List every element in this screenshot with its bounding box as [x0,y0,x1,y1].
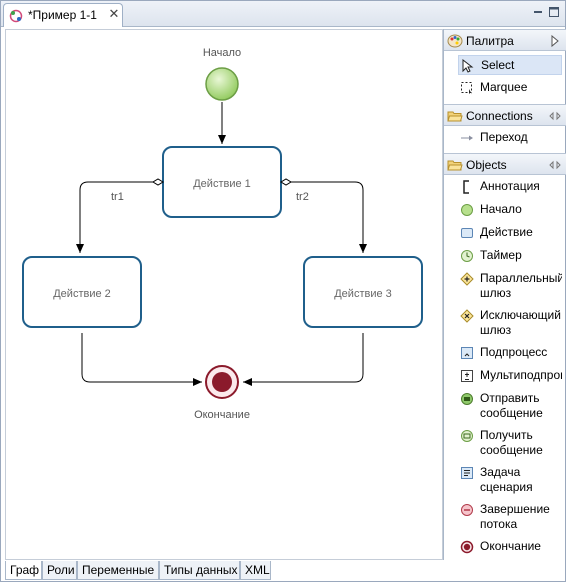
palette-select-label: Select [481,58,515,72]
palette-marquee-label: Marquee [480,80,528,94]
palette-object-start[interactable]: Начало [458,200,562,220]
task-icon [461,228,473,238]
end-event-core [212,372,232,392]
palette-object-subprocess[interactable]: Подпроцесс [458,343,562,363]
palette-transition-label: Переход [480,130,528,144]
transition-source-diamond [280,178,292,186]
action-node-2-label: Действие 2 [53,288,111,300]
palette-object-label: Получить сообщение [480,428,543,457]
transition-action2-end[interactable] [81,333,202,386]
editor-window: *Пример 1-1 ✕ Начало Действие 1 tr1 tr2 … [0,0,566,582]
minimize-icon[interactable] [532,6,544,18]
tab-graph[interactable]: Граф [5,561,42,580]
tab-data-types[interactable]: Типы данных [159,561,240,580]
multi-subprocess-icon [461,370,473,382]
connections-title: Connections [466,109,533,123]
palette-object-label: Аннотация [480,179,540,193]
maximize-icon[interactable] [548,6,560,18]
palette-select-tool[interactable]: Select [458,55,562,75]
palette-panel: Палитра Select Marquee Connections Перех… [443,29,566,560]
transition-arrow-icon [461,135,473,141]
connections-header[interactable]: Connections [444,104,566,126]
exclusive-gateway-icon [460,309,474,323]
action-node-1-label: Действие 1 [193,178,251,190]
start-event[interactable] [205,67,239,101]
folder-open-icon [447,160,463,171]
palette-object-receive-message[interactable]: Получить сообщение [458,426,562,460]
palette-marquee-tool[interactable]: Marquee [458,78,562,98]
start-event-icon [461,204,473,216]
annotation-icon [463,180,469,194]
end-label: Окончание [194,409,250,421]
end-event-icon [460,540,474,554]
palette-object-label: Таймер [480,248,522,262]
palette-object-label: Мультиподпроцесс [480,368,562,382]
palette-object-send-message[interactable]: Отправить сообщение [458,389,562,423]
close-icon[interactable]: ✕ [107,7,121,21]
palette-object-exclusive-gateway[interactable]: Исключающий шлюз [458,306,562,340]
parallel-gateway-icon [460,272,474,286]
palette-object-multi-subprocess[interactable]: Мультиподпроцесс [458,366,562,386]
palette-title: Палитра [466,34,514,48]
tab-roles[interactable]: Роли [42,561,77,580]
subprocess-icon [461,347,473,359]
collapse-icon[interactable] [549,109,561,123]
palette-object-end-token[interactable]: Завершение потока [458,500,562,534]
diagram-canvas[interactable]: Начало Действие 1 tr1 tr2 Действие 2 Дей… [5,29,443,560]
palette-object-label: Параллельный шлюз [480,271,562,300]
editor-page-tabs: Граф Роли Переменные Типы данных XML [5,561,565,581]
palette-object-task[interactable]: Действие [458,223,562,243]
palette-object-timer[interactable]: Таймер [458,246,562,266]
palette-transition-tool[interactable]: Переход [458,128,562,148]
tab-variables[interactable]: Переменные [77,561,159,580]
action-node-3-label: Действие 3 [334,288,392,300]
start-label: Начало [203,47,241,59]
collapse-icon[interactable] [549,158,561,172]
folder-open-icon [447,111,463,122]
palette-object-label: Отправить сообщение [480,391,543,420]
palette-object-label: Подпроцесс [480,345,548,359]
transition-source-diamond [152,178,164,186]
send-message-icon [461,393,473,405]
transition-tr1-label: tr1 [111,191,124,203]
palette-object-label: Задача сценария [480,465,533,494]
palette-object-label: Исключающий шлюз [480,308,561,337]
objects-title: Objects [466,158,507,172]
palette-object-script-task[interactable]: Задача сценария [458,463,562,497]
editor-tab[interactable]: *Пример 1-1 ✕ [3,3,123,27]
objects-header[interactable]: Objects [444,153,566,175]
receive-message-icon [461,430,473,442]
palette-object-label: Начало [480,202,522,216]
end-token-icon [461,504,473,516]
palette-header[interactable]: Палитра [444,29,566,51]
transition-tr2-label: tr2 [296,191,309,203]
palette-object-label: Завершение потока [480,502,550,531]
palette-object-parallel-gateway[interactable]: Параллельный шлюз [458,269,562,303]
palette-object-annotation[interactable]: Аннотация [458,177,562,197]
chevron-right-icon[interactable] [549,34,561,48]
cursor-icon [462,59,474,73]
timer-icon [461,250,473,262]
tab-xml[interactable]: XML [240,561,271,580]
transition-action3-end[interactable] [243,333,364,386]
palette-object-label: Окончание [480,539,541,553]
editor-tab-title: *Пример 1-1 [28,8,97,22]
marquee-icon [461,82,472,95]
palette-object-label: Действие [480,225,533,239]
process-diagram: Начало Действие 1 tr1 tr2 Действие 2 Дей… [22,47,423,421]
editor-tab-bar: *Пример 1-1 ✕ [1,1,565,27]
palette-icon [447,34,463,48]
process-icon [9,9,23,23]
palette-object-end[interactable]: Окончание [458,537,562,557]
script-task-icon [461,467,473,479]
